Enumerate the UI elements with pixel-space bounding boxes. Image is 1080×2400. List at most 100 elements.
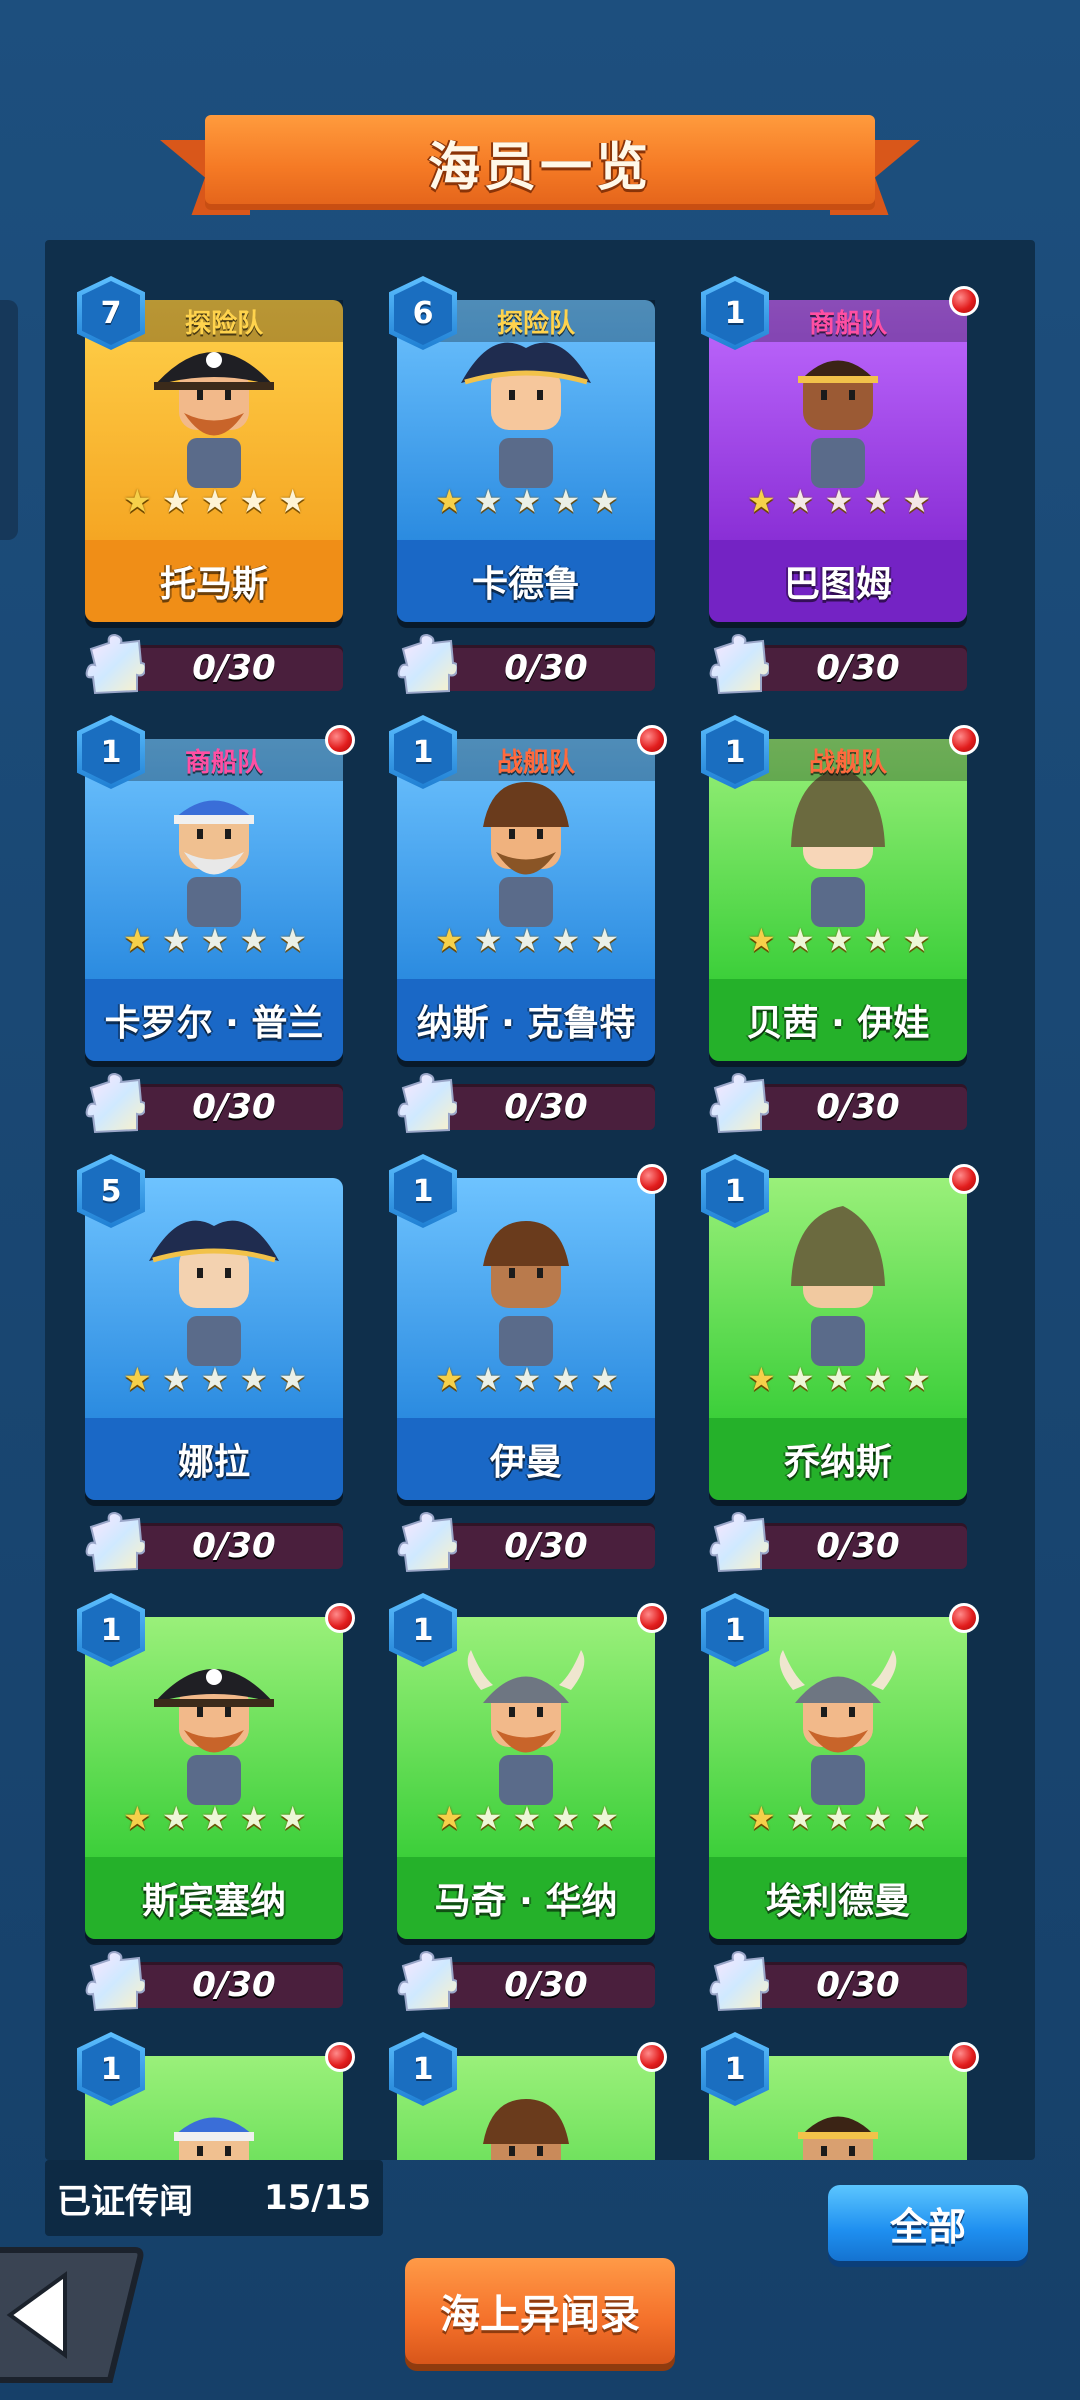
star-icon: ★ xyxy=(200,1360,230,1398)
star-icon: ★ xyxy=(435,921,464,959)
puzzle-piece-icon xyxy=(709,633,769,695)
crew-list[interactable]: ★ ★ ★ ★ ★ 托马斯 探险队 7 0/30 ★ ★ ★ ★ ★ 卡德鲁 探… xyxy=(45,240,1035,2160)
star-icon: ★ xyxy=(551,482,581,520)
crew-card[interactable]: ★ ★ ★ ★ ★ 斯宾塞纳 1 xyxy=(77,1593,355,1945)
fragment-progress: 0/30 xyxy=(85,1072,343,1136)
crew-card[interactable]: 1 xyxy=(701,2032,979,2160)
red-dot-icon xyxy=(949,2042,979,2072)
filter-all-button[interactable]: 全部 xyxy=(828,2185,1028,2261)
star-icon: ★ xyxy=(435,1799,464,1837)
crew-name-bar: 娜拉 xyxy=(85,1418,343,1500)
star-icon: ★ xyxy=(590,1799,619,1837)
crew-name-bar: 托马斯 xyxy=(85,540,343,622)
red-dot-icon xyxy=(949,1603,979,1633)
star-icon: ★ xyxy=(473,921,503,959)
star-icon: ★ xyxy=(785,921,815,959)
crew-card[interactable]: 1 xyxy=(77,2032,355,2160)
star-icon: ★ xyxy=(239,482,269,520)
crew-level: 7 xyxy=(100,295,122,331)
fragment-progress-value: 0/30 xyxy=(816,1087,900,1127)
crew-card[interactable]: ★ ★ ★ ★ ★ 纳斯 · 克鲁特 战舰队 1 xyxy=(389,715,667,1067)
star-icon: ★ xyxy=(863,1799,893,1837)
fragment-progress: 0/30 xyxy=(397,633,655,697)
crew-name-bar: 卡罗尔 · 普兰 xyxy=(85,979,343,1061)
puzzle-piece-icon xyxy=(709,1950,769,2012)
crew-card[interactable]: ★ ★ ★ ★ ★ 乔纳斯 1 xyxy=(701,1154,979,1506)
red-dot-icon xyxy=(637,725,667,755)
crew-card[interactable]: ★ ★ ★ ★ ★ 巴图姆 商船队 1 xyxy=(701,276,979,628)
side-tab[interactable] xyxy=(0,300,18,540)
star-rating: ★ ★ ★ ★ ★ xyxy=(747,923,931,957)
crew-card[interactable]: ★ ★ ★ ★ ★ 伊曼 1 xyxy=(389,1154,667,1506)
crew-name: 马奇 · 华纳 xyxy=(434,1881,618,1922)
puzzle-piece-icon xyxy=(397,1950,457,2012)
star-icon: ★ xyxy=(551,1360,581,1398)
crew-card[interactable]: ★ ★ ★ ★ ★ 托马斯 探险队 7 xyxy=(77,276,343,628)
crew-name: 卡罗尔 · 普兰 xyxy=(104,1003,324,1044)
fragment-progress-value: 0/30 xyxy=(816,1526,900,1566)
crew-card[interactable]: ★ ★ ★ ★ ★ 埃利德曼 1 xyxy=(701,1593,979,1945)
star-icon: ★ xyxy=(590,482,619,520)
crew-figure xyxy=(461,1206,591,1376)
red-dot-icon xyxy=(637,2042,667,2072)
crew-name-bar: 纳斯 · 克鲁特 xyxy=(397,979,655,1061)
fragment-progress: 0/30 xyxy=(85,1950,343,2014)
star-rating: ★ ★ ★ ★ ★ xyxy=(747,484,931,518)
crew-card-frame: ★ ★ ★ ★ ★ 斯宾塞纳 xyxy=(85,1617,343,1939)
star-icon: ★ xyxy=(863,1360,893,1398)
crew-team-label: 探险队 xyxy=(496,308,575,339)
puzzle-piece-icon xyxy=(397,1511,457,1573)
crew-name-bar: 巴图姆 xyxy=(709,540,967,622)
crew-card-frame: ★ ★ ★ ★ ★ 卡德鲁 xyxy=(397,300,655,622)
star-icon: ★ xyxy=(785,1360,815,1398)
crew-name-bar: 乔纳斯 xyxy=(709,1418,967,1500)
fragment-progress-bar: 0/30 xyxy=(125,645,343,691)
title-banner: 海员一览 xyxy=(160,110,920,215)
crew-name: 娜拉 xyxy=(177,1442,250,1483)
star-icon: ★ xyxy=(239,1360,269,1398)
crew-figure xyxy=(773,1206,903,1376)
crew-card[interactable]: ★ ★ ★ ★ ★ 贝茜 · 伊娃 战舰队 1 xyxy=(701,715,979,1067)
sea-journal-button[interactable]: 海上异闻录 xyxy=(405,2258,675,2364)
star-icon: ★ xyxy=(123,482,152,520)
crew-card[interactable]: 1 xyxy=(389,2032,667,2160)
crew-figure xyxy=(149,767,279,937)
crew-card-frame: ★ ★ ★ ★ ★ 马奇 · 华纳 xyxy=(397,1617,655,1939)
star-icon: ★ xyxy=(824,921,854,959)
star-icon: ★ xyxy=(278,1799,307,1837)
fragment-progress-bar: 0/30 xyxy=(749,1523,967,1569)
rumor-counter-label: 已证传闻 xyxy=(57,2181,193,2222)
rumor-counter-value: 15/15 xyxy=(263,2178,371,2218)
star-icon: ★ xyxy=(512,1799,542,1837)
star-rating: ★ ★ ★ ★ ★ xyxy=(123,1362,307,1396)
fragment-progress-bar: 0/30 xyxy=(749,1084,967,1130)
star-icon: ★ xyxy=(161,482,191,520)
crew-card[interactable]: ★ ★ ★ ★ ★ 马奇 · 华纳 1 xyxy=(389,1593,667,1945)
crew-figure xyxy=(461,328,591,498)
crew-card-frame: ★ ★ ★ ★ ★ 巴图姆 xyxy=(709,300,967,622)
crew-level: 1 xyxy=(100,1612,122,1648)
crew-card[interactable]: ★ ★ ★ ★ ★ 卡德鲁 探险队 6 xyxy=(389,276,655,628)
crew-card-frame: ★ ★ ★ ★ ★ 乔纳斯 xyxy=(709,1178,967,1500)
star-icon: ★ xyxy=(278,1360,307,1398)
crew-name: 埃利德曼 xyxy=(765,1881,910,1922)
crew-name-bar: 卡德鲁 xyxy=(397,540,655,622)
star-icon: ★ xyxy=(161,1799,191,1837)
red-dot-icon xyxy=(637,1164,667,1194)
star-icon: ★ xyxy=(747,1799,776,1837)
star-icon: ★ xyxy=(824,1360,854,1398)
crew-card[interactable]: ★ ★ ★ ★ ★ 娜拉 5 xyxy=(77,1154,343,1506)
fragment-progress: 0/30 xyxy=(85,1511,343,1575)
star-icon: ★ xyxy=(863,921,893,959)
puzzle-piece-icon xyxy=(85,1511,145,1573)
star-icon: ★ xyxy=(473,1360,503,1398)
red-dot-icon xyxy=(325,2042,355,2072)
crew-level: 1 xyxy=(100,734,122,770)
star-icon: ★ xyxy=(863,482,893,520)
back-button[interactable] xyxy=(0,2240,145,2390)
fragment-progress-bar: 0/30 xyxy=(125,1084,343,1130)
puzzle-piece-icon xyxy=(85,1072,145,1134)
star-icon: ★ xyxy=(200,1799,230,1837)
crew-level: 1 xyxy=(724,2051,746,2087)
crew-card[interactable]: ★ ★ ★ ★ ★ 卡罗尔 · 普兰 商船队 1 xyxy=(77,715,355,1067)
